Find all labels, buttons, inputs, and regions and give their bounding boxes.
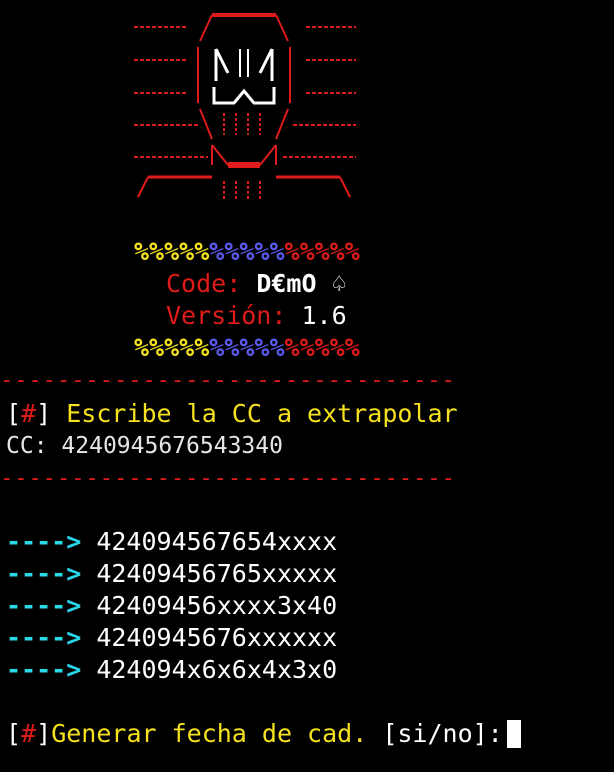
percent-red: %%%%% xyxy=(284,237,360,266)
question-bracket-close: ] xyxy=(36,719,52,748)
prompt-line: [#] Escribe la CC a extrapolar xyxy=(6,398,458,430)
result-value: 42409456xxxx3x40 xyxy=(96,591,338,620)
prompt-bracket-close: ] xyxy=(36,399,52,428)
hash-marker: # xyxy=(21,399,37,428)
arrow-glyph: ----> xyxy=(6,655,82,684)
cc-label: CC: xyxy=(6,433,48,459)
result-value: 42409456765xxxxx xyxy=(96,559,338,588)
percent-yellow: %%%%% xyxy=(134,333,210,362)
code-label: Code: xyxy=(166,269,242,298)
result-value: 424094567654xxxx xyxy=(96,527,338,556)
ascii-logo-image xyxy=(134,13,356,201)
result-row: ----> 42409456765xxxxx xyxy=(6,558,337,590)
result-value: 4240945676xxxxxx xyxy=(96,623,338,652)
result-row: ----> 424094x6x6x4x3x0 xyxy=(6,654,337,686)
code-line: Code: D€mO ♤ xyxy=(166,268,347,300)
expiry-question-line[interactable]: [#]Generar fecha de cad. [si/no]: xyxy=(6,718,521,750)
result-value: 424094x6x6x4x3x0 xyxy=(96,655,338,684)
prompt-bracket-open: [ xyxy=(6,399,22,428)
arrow-glyph: ----> xyxy=(6,591,82,620)
cc-input-line[interactable]: CC: 4240945676543340 xyxy=(6,430,283,462)
result-row: ----> 42409456xxxx3x40 xyxy=(6,590,337,622)
version-value: 1.6 xyxy=(301,301,347,330)
percent-red: %%%%% xyxy=(284,333,360,362)
text-cursor[interactable] xyxy=(506,720,521,748)
result-row: ----> 424094567654xxxx xyxy=(6,526,337,558)
question-options: [si/no]: xyxy=(382,719,503,748)
percent-yellow: %%%%% xyxy=(134,237,210,266)
arrow-glyph: ----> xyxy=(6,559,82,588)
percent-blue: %%%%% xyxy=(209,237,285,266)
question-text: Generar fecha de cad. xyxy=(51,719,368,748)
prompt-text: Escribe la CC a extrapolar xyxy=(51,399,458,428)
version-label: Versión: xyxy=(166,301,287,330)
cc-value: 4240945676543340 xyxy=(61,433,283,459)
separator-bottom: -------------------------------- xyxy=(0,466,456,491)
arrow-glyph: ----> xyxy=(6,527,82,556)
arrow-glyph: ----> xyxy=(6,623,82,652)
banner-percent-bottom: %%%%%%%%%%%%%%% xyxy=(134,332,360,364)
code-value: D€mO ♤ xyxy=(256,269,347,298)
result-row: ----> 4240945676xxxxxx xyxy=(6,622,337,654)
question-bracket-open: [ xyxy=(6,719,22,748)
hash-marker: # xyxy=(21,719,37,748)
separator-top: -------------------------------- xyxy=(0,368,456,393)
version-line: Versión: 1.6 xyxy=(166,300,347,332)
percent-blue: %%%%% xyxy=(209,333,285,362)
banner-percent-top: %%%%%%%%%%%%%%% xyxy=(134,236,360,268)
